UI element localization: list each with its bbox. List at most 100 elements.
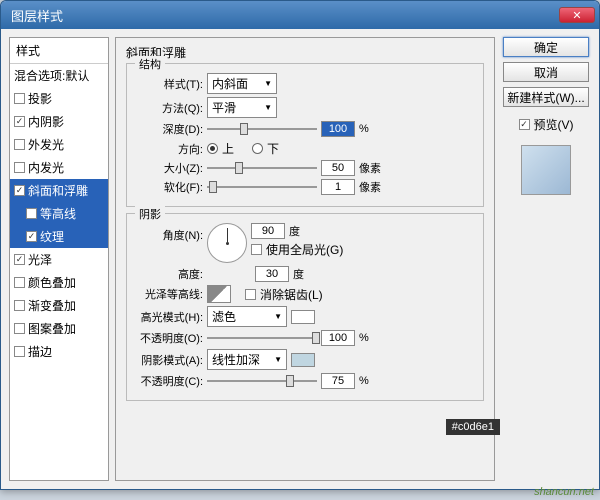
sidebar-item-11[interactable]: 图案叠加: [10, 317, 108, 340]
size-label: 大小(Z):: [137, 160, 203, 176]
chevron-down-icon: ▼: [264, 103, 272, 112]
global-light-checkbox[interactable]: [251, 244, 262, 255]
sidebar-item-2[interactable]: 内阴影: [10, 110, 108, 133]
sidebar-item-label: 内阴影: [28, 113, 64, 130]
shadow-opacity-slider[interactable]: [207, 374, 317, 388]
depth-input[interactable]: [321, 121, 355, 137]
structure-group: 结构 样式(T): 内斜面▼ 方法(Q): 平滑▼ 深度(D): % 方向:: [126, 63, 484, 207]
method-select[interactable]: 平滑▼: [207, 97, 277, 118]
sidebar-item-0[interactable]: 混合选项:默认: [10, 64, 108, 87]
soften-unit: 像素: [359, 179, 381, 195]
styles-sidebar: 样式 混合选项:默认投影内阴影外发光内发光斜面和浮雕等高线纹理光泽颜色叠加渐变叠…: [9, 37, 109, 481]
angle-control[interactable]: [207, 223, 247, 263]
size-input[interactable]: [321, 160, 355, 176]
gloss-label: 光泽等高线:: [137, 286, 203, 302]
shadow-mode-label: 阴影模式(A):: [137, 352, 203, 368]
sidebar-item-label: 等高线: [40, 205, 76, 222]
sidebar-checkbox[interactable]: [14, 139, 25, 150]
sidebar-item-9[interactable]: 颜色叠加: [10, 271, 108, 294]
down-label: 下: [267, 140, 279, 157]
sidebar-checkbox[interactable]: [14, 300, 25, 311]
up-label: 上: [222, 140, 234, 157]
sidebar-item-7[interactable]: 纹理: [10, 225, 108, 248]
highlight-opacity-input[interactable]: [321, 330, 355, 346]
angle-input[interactable]: [251, 223, 285, 239]
sidebar-checkbox[interactable]: [14, 116, 25, 127]
sidebar-item-4[interactable]: 内发光: [10, 156, 108, 179]
sidebar-checkbox[interactable]: [14, 93, 25, 104]
panel-title: 斜面和浮雕: [126, 44, 484, 61]
window-title: 图层样式: [11, 6, 559, 25]
layer-style-dialog: 图层样式 ✕ 样式 混合选项:默认投影内阴影外发光内发光斜面和浮雕等高线纹理光泽…: [0, 0, 600, 490]
sidebar-checkbox[interactable]: [14, 162, 25, 173]
sidebar-item-label: 纹理: [40, 228, 64, 245]
angle-label: 角度(N):: [137, 223, 203, 243]
antialias-checkbox[interactable]: [245, 289, 256, 300]
preview-checkbox[interactable]: [519, 119, 530, 130]
gloss-contour-picker[interactable]: [207, 285, 231, 303]
chevron-down-icon: ▼: [274, 312, 282, 321]
sidebar-checkbox[interactable]: [14, 323, 25, 334]
watermark: shancun.net: [534, 486, 594, 498]
sidebar-item-label: 混合选项:默认: [14, 67, 89, 84]
sidebar-item-label: 内发光: [28, 159, 64, 176]
sidebar-item-1[interactable]: 投影: [10, 87, 108, 110]
shadow-opacity-input[interactable]: [321, 373, 355, 389]
sidebar-checkbox[interactable]: [14, 346, 25, 357]
preview-thumbnail: [521, 145, 571, 195]
sidebar-checkbox[interactable]: [14, 254, 25, 265]
style-select[interactable]: 内斜面▼: [207, 73, 277, 94]
dialog-body: 样式 混合选项:默认投影内阴影外发光内发光斜面和浮雕等高线纹理光泽颜色叠加渐变叠…: [1, 29, 599, 489]
sidebar-item-label: 描边: [28, 343, 52, 360]
method-label: 方法(Q):: [137, 100, 203, 116]
sidebar-item-6[interactable]: 等高线: [10, 202, 108, 225]
size-unit: 像素: [359, 160, 381, 176]
color-tooltip: #c0d6e1: [446, 419, 500, 435]
chevron-down-icon: ▼: [264, 79, 272, 88]
antialias-label: 消除锯齿(L): [260, 286, 323, 303]
new-style-button[interactable]: 新建样式(W)...: [503, 87, 589, 107]
highlight-mode-select[interactable]: 滤色▼: [207, 306, 287, 327]
soften-slider[interactable]: [207, 180, 317, 194]
sidebar-item-8[interactable]: 光泽: [10, 248, 108, 271]
sidebar-item-label: 图案叠加: [28, 320, 76, 337]
sidebar-checkbox[interactable]: [26, 231, 37, 242]
soften-label: 软化(F):: [137, 179, 203, 195]
sidebar-item-10[interactable]: 渐变叠加: [10, 294, 108, 317]
sidebar-checkbox[interactable]: [26, 208, 37, 219]
shadow-color-swatch[interactable]: [291, 353, 315, 367]
highlight-opacity-slider[interactable]: [207, 331, 317, 345]
sidebar-checkbox[interactable]: [14, 185, 25, 196]
ok-button[interactable]: 确定: [503, 37, 589, 57]
main-panel: 斜面和浮雕 结构 样式(T): 内斜面▼ 方法(Q): 平滑▼ 深度(D): %: [115, 37, 495, 481]
preview-label: 预览(V): [534, 116, 574, 133]
highlight-color-swatch[interactable]: [291, 310, 315, 324]
depth-label: 深度(D):: [137, 121, 203, 137]
sidebar-item-3[interactable]: 外发光: [10, 133, 108, 156]
altitude-input[interactable]: [255, 266, 289, 282]
chevron-down-icon: ▼: [274, 355, 282, 364]
depth-slider[interactable]: [207, 122, 317, 136]
style-label: 样式(T):: [137, 76, 203, 92]
sidebar-item-5[interactable]: 斜面和浮雕: [10, 179, 108, 202]
sidebar-checkbox[interactable]: [14, 277, 25, 288]
soften-input[interactable]: [321, 179, 355, 195]
size-slider[interactable]: [207, 161, 317, 175]
titlebar[interactable]: 图层样式 ✕: [1, 1, 599, 29]
global-light-label: 使用全局光(G): [266, 241, 343, 258]
sidebar-item-label: 斜面和浮雕: [28, 182, 88, 199]
direction-down-radio[interactable]: [252, 143, 263, 154]
shading-group: 阴影 角度(N): 度 使用全局光(G): [126, 213, 484, 401]
right-panel: 确定 取消 新建样式(W)... 预览(V): [501, 37, 591, 481]
sidebar-header: 样式: [10, 38, 108, 64]
angle-unit: 度: [289, 223, 300, 239]
cancel-button[interactable]: 取消: [503, 62, 589, 82]
opacity2-label: 不透明度(C):: [137, 373, 203, 389]
direction-up-radio[interactable]: [207, 143, 218, 154]
sidebar-item-label: 外发光: [28, 136, 64, 153]
shadow-mode-select[interactable]: 线性加深▼: [207, 349, 287, 370]
sidebar-item-12[interactable]: 描边: [10, 340, 108, 363]
highlight-mode-label: 高光模式(H):: [137, 309, 203, 325]
sidebar-item-label: 投影: [28, 90, 52, 107]
close-button[interactable]: ✕: [559, 7, 595, 23]
